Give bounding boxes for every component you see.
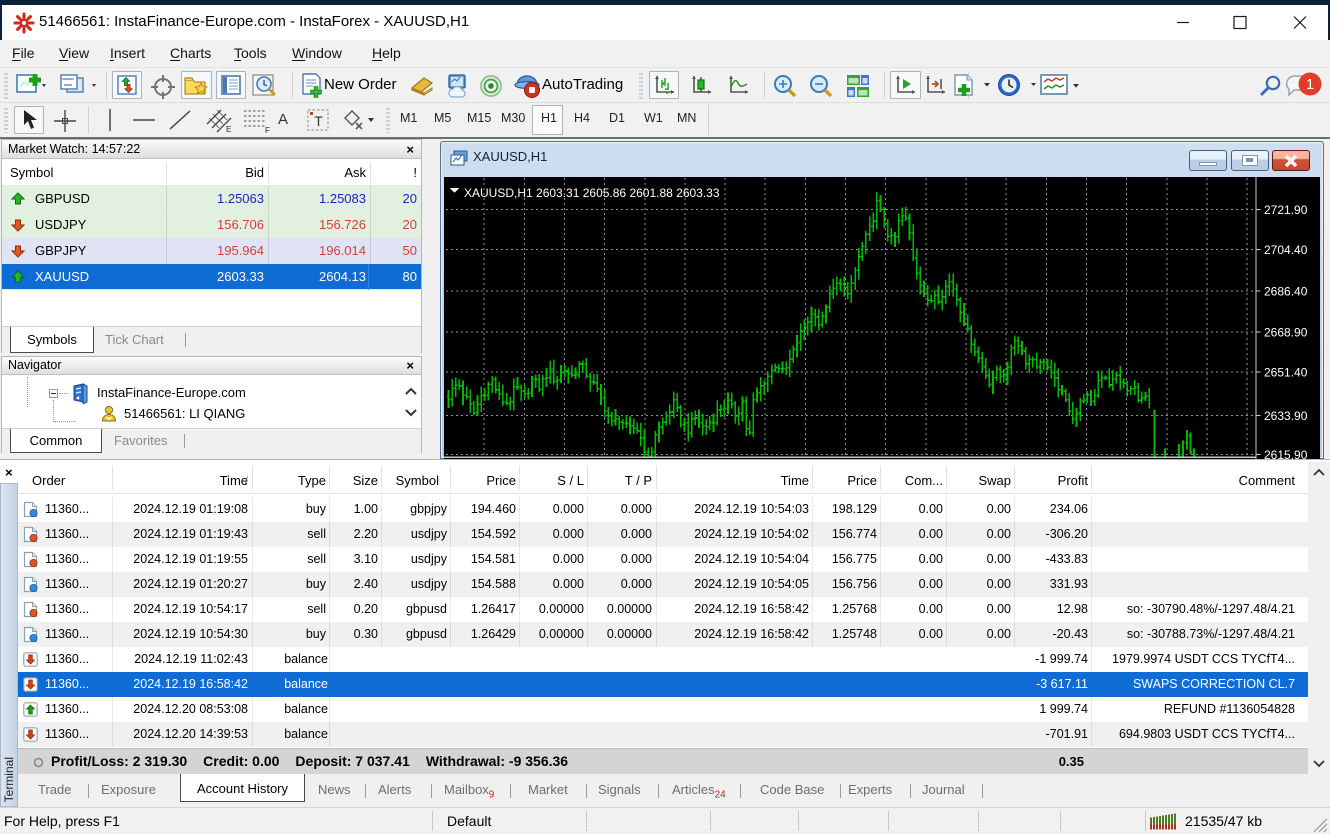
svg-text:2721.90: 2721.90	[1264, 203, 1308, 217]
svg-text:XAUUSD,H1 2603.31 2605.86 260: XAUUSD,H1 2603.31 2605.86 2601.88 2603.3…	[464, 186, 720, 200]
svg-text:2651.40: 2651.40	[1264, 366, 1308, 380]
svg-text:T: T	[314, 113, 323, 129]
svg-text:2615.90: 2615.90	[1264, 448, 1308, 459]
svg-text:F: F	[265, 126, 270, 134]
svg-text:1: 1	[1306, 76, 1314, 93]
svg-text:2686.40: 2686.40	[1264, 285, 1308, 299]
svg-text:2704.40: 2704.40	[1264, 243, 1308, 257]
svg-text:2633.90: 2633.90	[1264, 409, 1308, 423]
svg-text:2668.90: 2668.90	[1264, 325, 1308, 339]
svg-text:E: E	[226, 125, 231, 134]
